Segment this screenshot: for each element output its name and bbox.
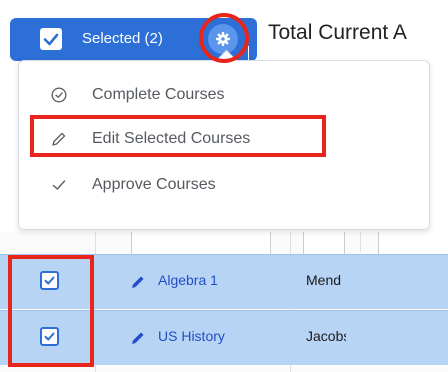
menu-item-approve-courses[interactable]: Approve Courses <box>19 165 429 205</box>
annotation-box <box>30 115 326 157</box>
teacher-cell: Jacobs <box>306 328 346 344</box>
select-all-checkbox[interactable] <box>40 28 62 50</box>
selected-count-label: Selected (2) <box>82 30 163 47</box>
annotation-circle <box>199 13 249 63</box>
page-title: Total Current A <box>268 21 407 44</box>
checkmark-icon <box>43 33 59 46</box>
pencil-icon[interactable] <box>130 274 146 290</box>
pencil-icon[interactable] <box>130 330 146 346</box>
menu-item-label: Approve Courses <box>92 176 216 193</box>
menu-item-complete-courses[interactable]: Complete Courses <box>19 75 429 115</box>
check-circle-icon <box>51 87 67 103</box>
menu-item-label: Complete Courses <box>92 86 225 103</box>
column-divider <box>360 232 361 252</box>
teacher-cell: Mend <box>306 272 342 288</box>
annotation-box <box>8 255 94 367</box>
course-link[interactable]: US History <box>158 328 225 344</box>
course-link[interactable]: Algebra 1 <box>158 272 218 288</box>
check-icon <box>52 180 66 190</box>
